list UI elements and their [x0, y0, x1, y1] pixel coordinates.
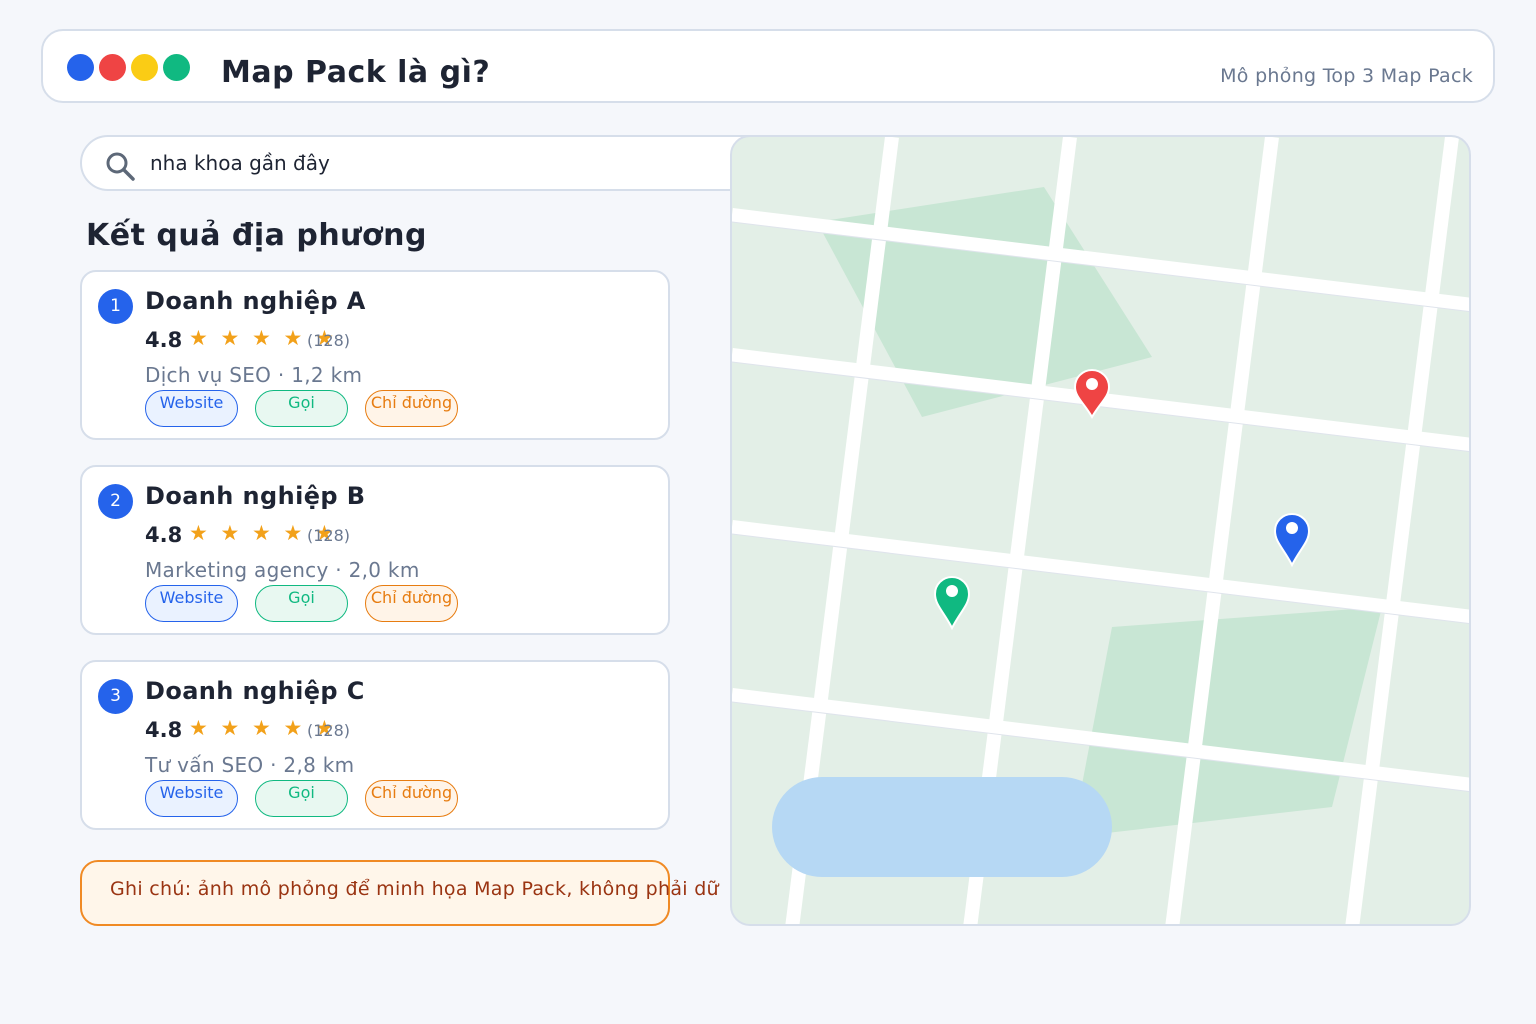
website-button[interactable]: Website [145, 780, 238, 817]
green-dot-icon [163, 54, 190, 81]
rank-badge: 2 [98, 484, 133, 519]
page-title: Map Pack là gì? [221, 55, 491, 90]
rating-value: 4.8 [145, 523, 183, 547]
park-area [1072, 607, 1382, 837]
business-name[interactable]: Doanh nghiệp B [145, 482, 365, 510]
note-text: Ghi chú: ảnh mô phỏng để minh họa Map Pa… [110, 878, 719, 900]
call-button[interactable]: Gọi [255, 390, 348, 427]
header-bar: Map Pack là gì? Mô phỏng Top 3 Map Pack [41, 29, 1495, 103]
rank-badge: 1 [98, 289, 133, 324]
directions-button[interactable]: Chỉ đường [365, 390, 458, 427]
search-icon [106, 152, 135, 181]
section-title: Kết quả địa phương [86, 218, 427, 253]
red-dot-icon [99, 54, 126, 81]
green-map-pin-icon[interactable] [933, 576, 971, 631]
directions-button[interactable]: Chỉ đường [365, 780, 458, 817]
business-meta: Tư vấn SEO · 2,8 km [145, 753, 355, 777]
red-map-pin-icon[interactable] [1073, 369, 1111, 420]
rating-value: 4.8 [145, 718, 183, 742]
page-subtitle: Mô phỏng Top 3 Map Pack [1220, 65, 1473, 87]
search-input[interactable]: nha khoa gần đây [150, 151, 330, 175]
yellow-dot-icon [131, 54, 158, 81]
search-bar[interactable]: nha khoa gần đây [80, 135, 780, 191]
directions-button[interactable]: Chỉ đường [365, 585, 458, 622]
business-name[interactable]: Doanh nghiệp A [145, 287, 366, 315]
review-count: (128) [307, 721, 351, 740]
business-meta: Marketing agency · 2,0 km [145, 558, 420, 582]
result-card[interactable]: 2 Doanh nghiệp B 4.8 ★ ★ ★ ★ ★ (128) Mar… [80, 465, 670, 635]
website-button[interactable]: Website [145, 585, 238, 622]
review-count: (128) [307, 526, 351, 545]
result-card[interactable]: 3 Doanh nghiệp C 4.8 ★ ★ ★ ★ ★ (128) Tư … [80, 660, 670, 830]
review-count: (128) [307, 331, 351, 350]
rating-value: 4.8 [145, 328, 183, 352]
map-panel[interactable] [730, 135, 1471, 926]
rank-badge: 3 [98, 679, 133, 714]
blue-dot-icon [67, 54, 94, 81]
website-button[interactable]: Website [145, 390, 238, 427]
call-button[interactable]: Gọi [255, 585, 348, 622]
call-button[interactable]: Gọi [255, 780, 348, 817]
map-canvas[interactable] [732, 137, 1471, 926]
business-name[interactable]: Doanh nghiệp C [145, 677, 365, 705]
result-card[interactable]: 1 Doanh nghiệp A 4.8 ★ ★ ★ ★ ★ (128) Dịc… [80, 270, 670, 440]
blue-map-pin-icon[interactable] [1273, 513, 1311, 568]
water-area [772, 777, 1112, 877]
business-meta: Dịch vụ SEO · 1,2 km [145, 363, 363, 387]
